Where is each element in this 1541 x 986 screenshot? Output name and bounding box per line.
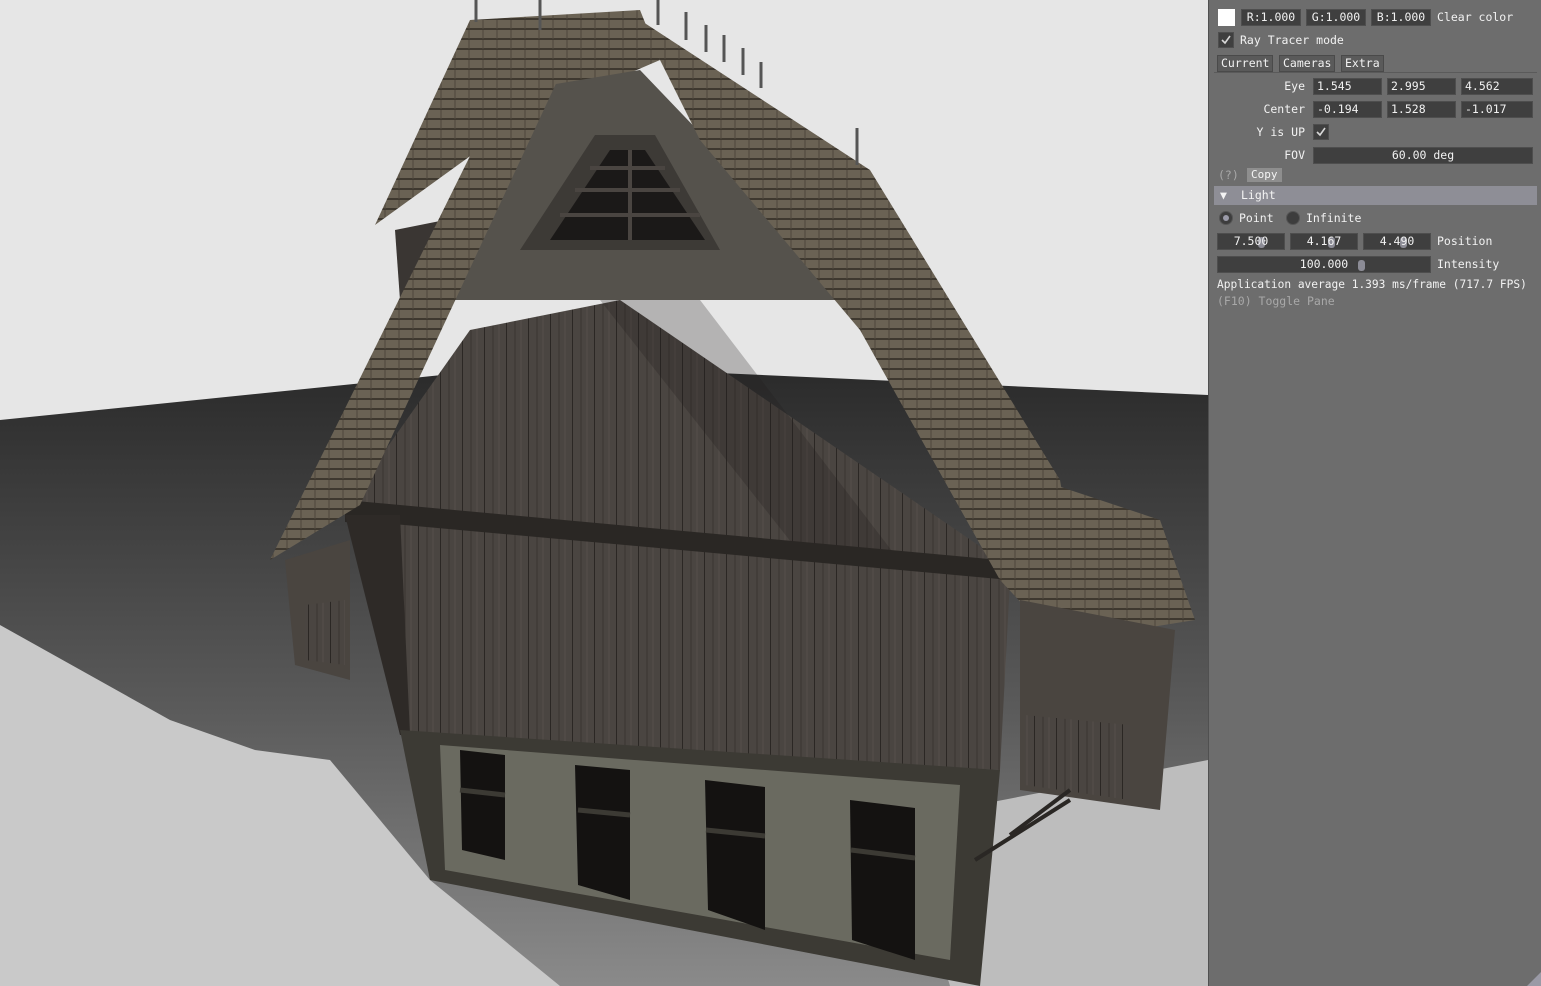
center-z-field[interactable]: -1.017 [1461,101,1533,118]
help-marker[interactable]: (?) [1218,167,1239,184]
render-viewport[interactable] [0,0,1208,986]
light-intensity-label: Intensity [1437,257,1500,271]
light-position-x-slider[interactable]: 7.500 [1217,233,1285,250]
center-y-field[interactable]: 1.528 [1387,101,1456,118]
light-position-z-value: 4.490 [1379,234,1415,248]
clear-color-r-field[interactable]: R:1.000 [1241,9,1301,26]
tab-cameras[interactable]: Cameras [1279,55,1336,72]
fps-readout: Application average 1.393 ms/frame (717.… [1217,278,1527,291]
house-render-scene [0,0,1208,986]
light-position-y-slider[interactable]: 4.167 [1290,233,1358,250]
light-header-label: Light [1241,188,1276,202]
clear-color-label: Clear color [1437,10,1514,24]
settings-pane: R:1.000 G:1.000 B:1.000 Clear color Ray … [1208,0,1541,986]
slider-grab[interactable] [1358,260,1365,271]
y-up-label: Y is UP [1256,125,1305,139]
light-position-y-value: 4.167 [1306,234,1342,248]
fov-slider[interactable]: 60.00 deg [1313,147,1533,164]
copy-button[interactable]: Copy [1247,168,1282,182]
light-intensity-slider[interactable]: 100.000 [1217,256,1431,273]
toggle-pane-hint: (F10) Toggle Pane [1217,294,1335,308]
tab-extra[interactable]: Extra [1341,55,1384,72]
clear-color-b-field[interactable]: B:1.000 [1371,9,1431,26]
light-section-header[interactable]: ▼ Light [1214,186,1537,205]
light-point-radio[interactable] [1219,211,1233,225]
light-infinite-radio[interactable] [1286,211,1300,225]
eye-z-field[interactable]: 4.562 [1461,78,1533,95]
eye-label: Eye [1284,79,1305,93]
light-position-label: Position [1437,234,1493,248]
light-infinite-label: Infinite [1306,211,1362,225]
y-up-checkbox[interactable] [1313,124,1329,140]
center-label: Center [1263,102,1305,116]
center-x-field[interactable]: -0.194 [1313,101,1382,118]
ray-tracer-label: Ray Tracer mode [1240,33,1344,47]
light-position-x-value: 7.500 [1233,234,1269,248]
tab-current[interactable]: Current [1217,55,1274,72]
light-position-z-slider[interactable]: 4.490 [1363,233,1431,250]
eye-y-field[interactable]: 2.995 [1387,78,1456,95]
triangle-down-icon: ▼ [1220,188,1227,202]
light-point-label: Point [1239,211,1274,225]
fov-label: FOV [1284,148,1305,162]
tabs-divider [1214,72,1537,73]
clear-color-g-field[interactable]: G:1.000 [1306,9,1366,26]
eye-x-field[interactable]: 1.545 [1313,78,1382,95]
clear-color-swatch[interactable] [1218,9,1235,26]
ray-tracer-checkbox[interactable] [1218,32,1234,48]
checkmark-icon [1316,127,1326,137]
checkmark-icon [1221,35,1231,45]
resize-grip-icon[interactable] [1527,972,1541,986]
light-intensity-value: 100.000 [1299,257,1349,271]
